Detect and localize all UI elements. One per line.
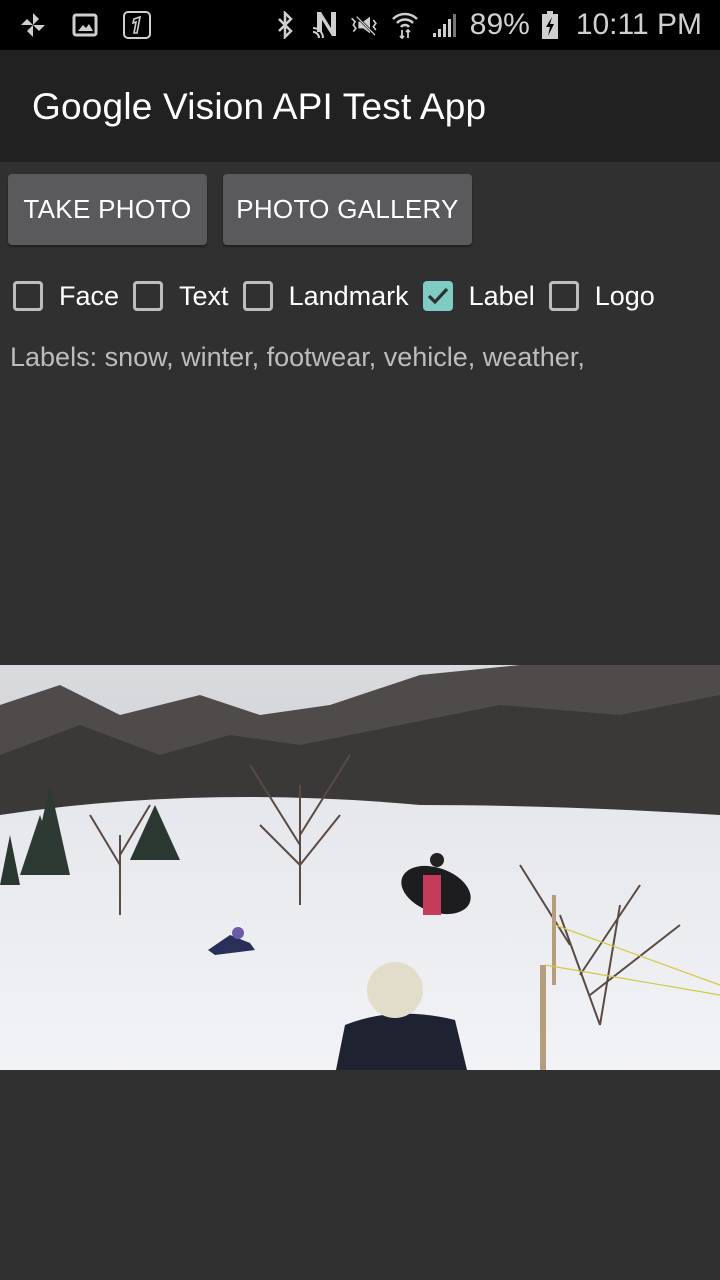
photo-gallery-button[interactable]: PHOTO GALLERY bbox=[223, 174, 472, 245]
landmark-checkbox[interactable] bbox=[242, 281, 273, 311]
text-checkbox-label[interactable]: Text bbox=[179, 281, 229, 312]
photo-preview bbox=[0, 665, 720, 1070]
gallery-icon bbox=[70, 10, 100, 40]
face-checkbox-label[interactable]: Face bbox=[59, 281, 119, 312]
battery-percent: 89% bbox=[469, 8, 530, 41]
label-checkbox[interactable] bbox=[422, 281, 453, 311]
take-photo-button[interactable]: TAKE PHOTO bbox=[8, 174, 207, 245]
battery-charging-icon bbox=[540, 10, 560, 40]
detection-options: Face Text Landmark Label Logo bbox=[13, 276, 669, 316]
label-checkbox-label[interactable]: Label bbox=[469, 281, 535, 312]
logo-checkbox-label[interactable]: Logo bbox=[595, 281, 655, 312]
signal-icon bbox=[430, 10, 460, 40]
nfc-icon bbox=[310, 10, 340, 40]
pinwheel-icon bbox=[18, 10, 48, 40]
landmark-checkbox-label[interactable]: Landmark bbox=[289, 281, 409, 312]
app-title: Google Vision API Test App bbox=[32, 86, 487, 127]
wifi-icon bbox=[390, 10, 420, 40]
bluetooth-icon bbox=[270, 10, 300, 40]
result-text: Labels: snow, winter, footwear, vehicle,… bbox=[10, 342, 585, 372]
text-checkbox[interactable] bbox=[133, 281, 164, 311]
checkmark-icon bbox=[427, 287, 448, 305]
face-checkbox[interactable] bbox=[13, 281, 43, 311]
one-app-icon bbox=[122, 10, 152, 40]
app-bar: Google Vision API Test App bbox=[0, 50, 720, 162]
mute-icon bbox=[350, 10, 380, 40]
status-bar: 89% 10:11 PM bbox=[0, 0, 720, 50]
clock: 10:11 PM bbox=[575, 8, 702, 41]
logo-checkbox[interactable] bbox=[548, 281, 579, 311]
